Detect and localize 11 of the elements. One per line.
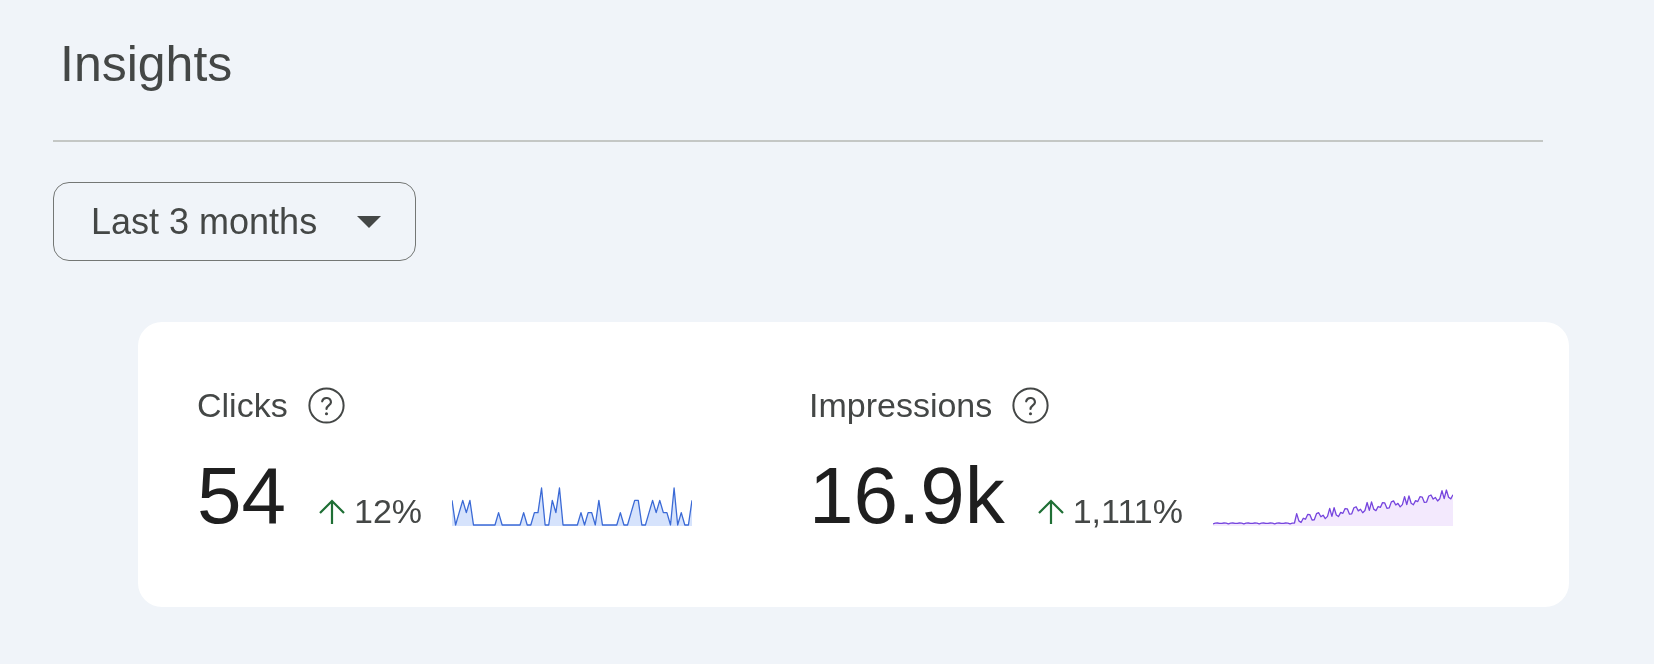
metric-label: Clicks <box>197 385 288 425</box>
change-percent: 12% <box>354 491 423 531</box>
help-icon[interactable] <box>1012 386 1050 424</box>
metric-value: 16.9k <box>809 455 1005 537</box>
caret-icon <box>357 215 381 228</box>
help-icon[interactable] <box>307 386 345 424</box>
change-percent: 1,111% <box>1072 491 1183 531</box>
page-title: Insights <box>60 35 233 94</box>
metric-label: Impressions <box>809 385 993 425</box>
date-range-dropdown[interactable]: Last 3 months <box>53 182 416 261</box>
metric-value: 54 <box>197 455 286 537</box>
